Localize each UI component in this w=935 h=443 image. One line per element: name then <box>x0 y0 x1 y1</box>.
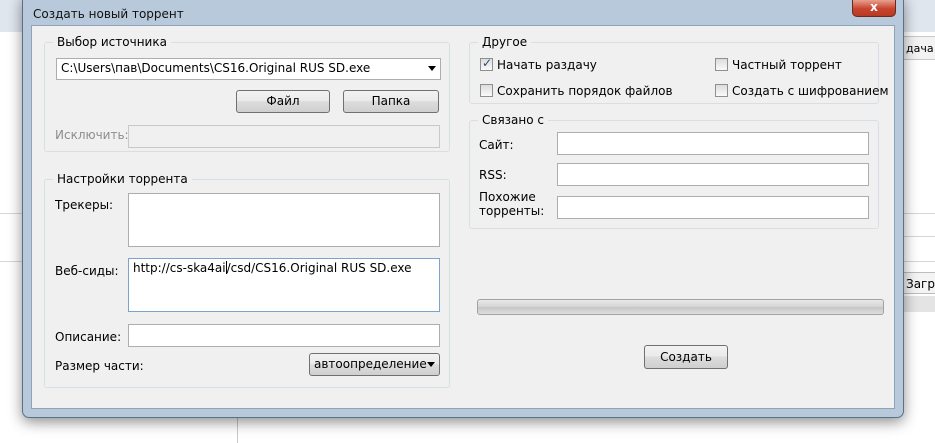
trackers-field[interactable] <box>128 193 440 247</box>
create-button[interactable]: Создать <box>644 345 728 369</box>
site-label: Сайт: <box>479 138 514 152</box>
dialog-titlebar[interactable]: Создать новый торрент x <box>23 0 903 25</box>
webseeds-label: Веб-сиды: <box>55 264 119 278</box>
rss-label: RSS: <box>479 168 507 182</box>
preserve-order-label[interactable]: Сохранить порядок файлов <box>497 84 673 98</box>
similar-torrents-label-line1: Похожие <box>479 190 536 204</box>
start-seeding-checkbox[interactable]: ✓ <box>480 56 493 71</box>
piece-size-label: Размер части: <box>55 359 144 373</box>
rss-field[interactable] <box>557 163 869 186</box>
description-field[interactable] <box>128 324 440 347</box>
exclude-label: Исключить: <box>55 128 129 142</box>
folder-button[interactable]: Папка <box>343 90 439 113</box>
background-divider <box>903 236 935 237</box>
background-scrollbar <box>903 296 935 312</box>
private-torrent-label[interactable]: Частный торрент <box>732 58 842 72</box>
create-encrypted-checkbox[interactable] <box>715 84 728 97</box>
trackers-label: Трекеры: <box>55 198 114 212</box>
create-torrent-dialog: Создать новый торрент x Выбор источника … <box>22 0 904 418</box>
similar-torrents-label-line2: торренты: <box>479 204 545 218</box>
dialog-body: Выбор источника C:\Users\пав\Documents\C… <box>31 25 895 409</box>
background-tab-downloads: Загру <box>902 272 935 294</box>
similar-torrents-label: Похожие торренты: <box>479 190 544 218</box>
other-legend: Другое <box>478 35 532 49</box>
linked-legend: Связано с <box>478 113 549 127</box>
background-divider <box>237 418 238 443</box>
piece-size-select[interactable]: автоопределение <box>309 353 440 376</box>
close-icon: x <box>870 0 878 14</box>
exclude-field <box>128 125 440 148</box>
webseeds-value-start: http://cs-ska4ai <box>133 261 226 275</box>
close-button[interactable]: x <box>852 0 896 17</box>
start-seeding-label[interactable]: Начать раздачу <box>497 58 597 72</box>
source-path-value: C:\Users\пав\Documents\CS16.Original RUS… <box>61 61 371 75</box>
background-column-header: дача <box>902 36 935 60</box>
create-encrypted-label[interactable]: Создать с шифрованием <box>732 84 889 98</box>
private-torrent-checkbox[interactable] <box>715 58 728 71</box>
chevron-down-icon[interactable] <box>428 66 436 71</box>
description-label: Описание: <box>55 330 122 344</box>
source-legend: Выбор источника <box>53 35 171 49</box>
site-field[interactable] <box>557 132 869 155</box>
source-path-combo[interactable]: C:\Users\пав\Documents\CS16.Original RUS… <box>56 58 441 80</box>
preserve-order-checkbox[interactable] <box>480 84 493 97</box>
dialog-title: Создать новый торрент <box>33 7 184 21</box>
torrent-settings-legend: Настройки торрента <box>53 172 192 186</box>
similar-torrents-field[interactable] <box>557 196 869 219</box>
file-button[interactable]: Файл <box>236 90 330 113</box>
checkmark-icon: ✓ <box>482 56 493 70</box>
chevron-down-icon[interactable] <box>427 362 435 367</box>
piece-size-value: автоопределение <box>314 357 427 371</box>
progress-bar <box>477 299 884 315</box>
webseeds-value-end: /csd/CS16.Original RUS SD.exe <box>226 261 412 275</box>
webseeds-field[interactable]: http://cs-ska4ai/csd/CS16.Original RUS S… <box>128 258 440 312</box>
